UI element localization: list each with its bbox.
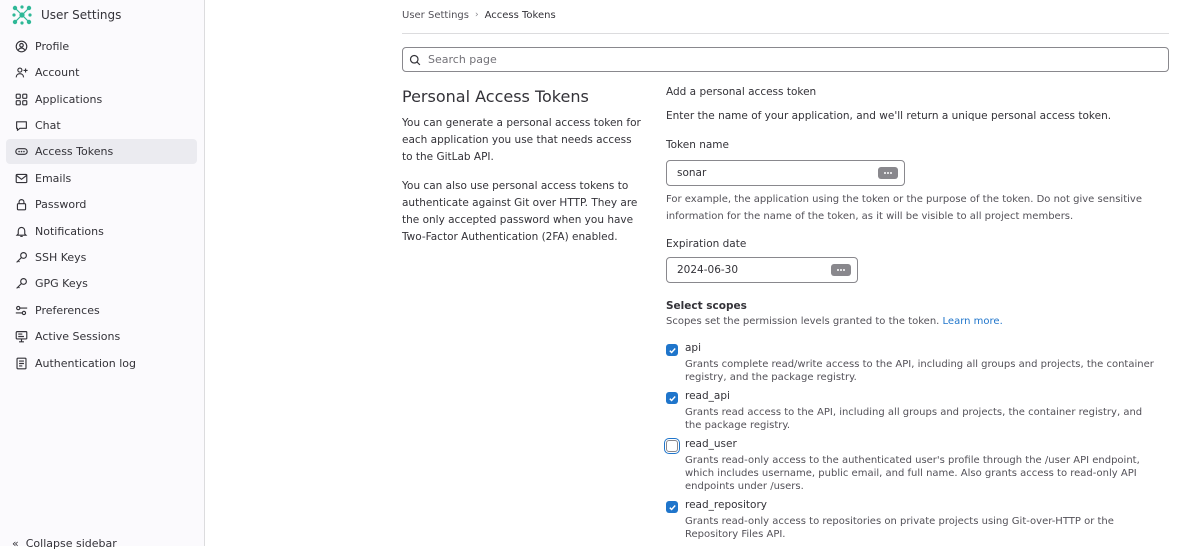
sidebar-item-emails[interactable]: Emails <box>6 166 197 191</box>
check-icon <box>668 347 676 354</box>
sidebar-item-label: Account <box>35 66 80 79</box>
sidebar-item-notifications[interactable]: Notifications <box>6 219 197 244</box>
intro-paragraph-1: You can generate a personal access token… <box>402 117 641 163</box>
form-description: Enter the name of your application, and … <box>666 110 1112 122</box>
breadcrumb-divider <box>402 33 1169 34</box>
password-manager-icon[interactable] <box>878 167 898 179</box>
scope-description: Grants read-only access to repositories … <box>685 516 1114 540</box>
form-heading: Add a personal access token <box>666 86 817 98</box>
breadcrumb: User Settings › Access Tokens <box>402 8 556 22</box>
scope-name: read_api <box>685 390 730 402</box>
search-input[interactable] <box>426 52 1168 67</box>
profile-icon <box>15 40 28 53</box>
applications-icon <box>15 93 28 106</box>
sidebar-item-access-tokens[interactable]: Access Tokens <box>6 139 197 164</box>
sidebar-item-label: Preferences <box>35 304 100 317</box>
sidebar-item-profile[interactable]: Profile <box>6 34 197 59</box>
breadcrumb-access-tokens[interactable]: Access Tokens <box>485 10 556 21</box>
account-icon <box>15 66 28 79</box>
search-icon <box>409 54 421 65</box>
token-icon <box>15 145 28 158</box>
bell-icon <box>15 225 28 238</box>
scopes-help: Scopes set the permission levels granted… <box>666 316 1003 327</box>
sidebar-item-ssh-keys[interactable]: SSH Keys <box>6 245 197 270</box>
select-scopes-label: Select scopes <box>666 300 747 312</box>
monitor-icon <box>15 330 28 343</box>
log-icon <box>15 357 28 370</box>
scope-api-checkbox[interactable] <box>666 344 678 356</box>
expiration-date-label: Expiration date <box>666 238 747 250</box>
check-icon <box>668 395 676 402</box>
intro-section: Personal Access Tokens You can generate … <box>402 86 642 246</box>
token-name-input[interactable] <box>675 166 878 180</box>
sidebar-item-label: Emails <box>35 172 72 185</box>
sidebar-item-account[interactable]: Account <box>6 60 197 85</box>
check-icon <box>668 504 676 511</box>
sidebar-item-active-sessions[interactable]: Active Sessions <box>6 324 197 349</box>
sidebar-item-preferences[interactable]: Preferences <box>6 298 197 323</box>
scope-name: read_user <box>685 438 737 450</box>
sidebar-item-label: Notifications <box>35 225 104 238</box>
chat-icon <box>15 119 28 132</box>
sidebar-item-label: Password <box>35 198 87 211</box>
sidebar: User Settings Profile Account Applicatio… <box>0 0 205 550</box>
sidebar-item-label: GPG Keys <box>35 277 88 290</box>
sidebar-item-label: Profile <box>35 40 70 53</box>
scope-description: Grants read access to the API, including… <box>685 407 1143 431</box>
sidebar-item-label: Access Tokens <box>35 145 114 158</box>
sidebar-item-applications[interactable]: Applications <box>6 87 197 112</box>
breadcrumb-user-settings[interactable]: User Settings <box>402 10 469 21</box>
learn-more-link[interactable]: Learn more. <box>943 316 1003 327</box>
chevron-right-icon: › <box>475 10 479 20</box>
lock-icon <box>15 198 28 211</box>
sidebar-item-gpg-keys[interactable]: GPG Keys <box>6 271 197 296</box>
scope-description: Grants complete read/write access to the… <box>685 359 1154 383</box>
token-name-label: Token name <box>666 139 729 151</box>
token-name-help: For example, the application using the t… <box>666 194 1142 222</box>
sidebar-item-authentication-log[interactable]: Authentication log <box>6 351 197 376</box>
password-manager-icon[interactable] <box>831 264 851 276</box>
sidebar-item-password[interactable]: Password <box>6 192 197 217</box>
scope-read-repository-checkbox[interactable] <box>666 501 678 513</box>
scope-read-user-checkbox[interactable] <box>666 440 678 452</box>
user-settings-logo-icon <box>12 5 32 25</box>
sidebar-item-chat[interactable]: Chat <box>6 113 197 138</box>
collapse-sidebar-button[interactable]: « Collapse sidebar <box>12 537 117 550</box>
page-title: Personal Access Tokens <box>402 87 589 106</box>
collapse-chevron-icon: « <box>12 537 19 550</box>
sidebar-item-label: Applications <box>35 93 103 106</box>
scope-read-api-checkbox[interactable] <box>666 392 678 404</box>
expiration-date-input[interactable] <box>675 263 831 277</box>
search-box[interactable] <box>402 47 1169 72</box>
sidebar-item-label: Active Sessions <box>35 330 121 343</box>
sidebar-item-label: Authentication log <box>35 357 137 370</box>
sidebar-item-label: Chat <box>35 119 61 132</box>
intro-paragraph-2: You can also use personal access tokens … <box>402 180 638 243</box>
sidebar-item-label: SSH Keys <box>35 251 87 264</box>
collapse-sidebar-label: Collapse sidebar <box>25 537 117 550</box>
mail-icon <box>15 172 28 185</box>
scope-name: read_repository <box>685 499 767 511</box>
sidebar-title: User Settings <box>41 8 122 22</box>
expiration-date-field[interactable] <box>666 257 858 283</box>
scopes-help-text: Scopes set the permission levels granted… <box>666 316 940 327</box>
preferences-icon <box>15 304 28 317</box>
scope-description: Grants read-only access to the authentic… <box>685 455 1140 492</box>
key-icon <box>15 277 28 290</box>
sidebar-header[interactable]: User Settings <box>10 2 121 28</box>
scope-name: api <box>685 342 702 354</box>
token-name-field[interactable] <box>666 160 905 186</box>
key-icon <box>15 251 28 264</box>
